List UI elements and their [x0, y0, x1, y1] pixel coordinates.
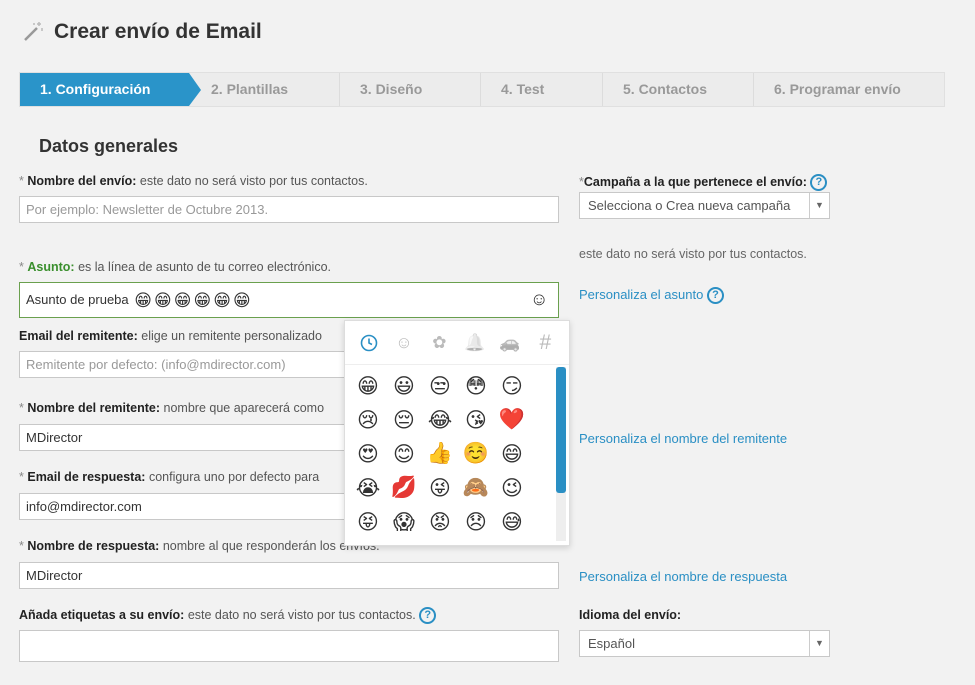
emoji-option[interactable]: 😊: [387, 437, 421, 471]
etiquetas-help-icon[interactable]: ?: [419, 607, 437, 624]
step-diseno[interactable]: 3. Diseño: [340, 73, 481, 106]
emoji-picker-tabs: ☺ ✿ 🔔 🚗 #: [345, 321, 569, 365]
emoji-option[interactable]: 😡: [423, 505, 457, 539]
bell-icon[interactable]: 🔔: [463, 331, 487, 355]
emoji-option[interactable]: 😞: [459, 505, 493, 539]
personaliza-respuesta-link[interactable]: Personaliza el nombre de respuesta: [579, 569, 787, 584]
email-remitente-label: Email del remitente: elige un remitente …: [19, 329, 322, 343]
emoji-option[interactable]: ❤️: [495, 403, 529, 437]
page-title: Crear envío de Email: [54, 20, 262, 43]
recent-clock-icon[interactable]: [357, 331, 381, 355]
emoji-option[interactable]: 🙈: [459, 471, 493, 505]
emoji-option[interactable]: 😒: [423, 369, 457, 403]
emoji-picker: ☺ ✿ 🔔 🚗 # 😁 😃 😒 😳 😏 😢 😔 😂 😘 ❤️ 😍 😊 👍 ☺️ 😄 😭 💋 😜 🙈 😉 😝 😱 😡 😞 😅: [344, 320, 570, 546]
campana-select[interactable]: Selecciona o Crea nueva campaña ▼: [579, 192, 830, 219]
campana-selected-value: Selecciona o Crea nueva campaña: [588, 198, 791, 213]
asunto-label: * Asunto: es la línea de asunto de tu co…: [19, 260, 331, 274]
emoji-option[interactable]: 😄: [495, 437, 529, 471]
asunto-help-icon[interactable]: ?: [706, 287, 724, 305]
emoji-option[interactable]: 👍: [423, 437, 457, 471]
email-remitente-input[interactable]: Remitente por defecto: (info@mdirector.c…: [19, 351, 349, 378]
hashtag-icon[interactable]: #: [533, 331, 557, 355]
nombre-respuesta-input[interactable]: MDirector: [19, 562, 559, 589]
emoji-option[interactable]: 😍: [351, 437, 385, 471]
emoji-option[interactable]: 😅: [495, 505, 529, 539]
car-icon[interactable]: 🚗: [498, 331, 522, 355]
emoji-option[interactable]: 😝: [351, 505, 385, 539]
section-title: Datos generales: [39, 136, 179, 156]
etiquetas-label: Añada etiquetas a su envío: este dato no…: [19, 607, 437, 624]
emoji-option[interactable]: 😃: [387, 369, 421, 403]
emoji-option[interactable]: 💋: [387, 471, 421, 505]
emoji-option[interactable]: 😁: [351, 369, 385, 403]
emoji-option[interactable]: 😳: [459, 369, 493, 403]
emoji-option[interactable]: 😘: [459, 403, 493, 437]
personaliza-remitente-link[interactable]: Personaliza el nombre del remitente: [579, 431, 787, 446]
email-respuesta-label: * Email de respuesta: configura uno por …: [19, 470, 320, 484]
emoji-option[interactable]: 😜: [423, 471, 457, 505]
chevron-down-icon: ▼: [809, 193, 829, 218]
emoji-option[interactable]: 😭: [351, 471, 385, 505]
emoji-option[interactable]: 😂: [423, 403, 457, 437]
emoji-option[interactable]: 😔: [387, 403, 421, 437]
step-test[interactable]: 4. Test: [481, 73, 603, 106]
chevron-down-icon: ▼: [809, 631, 829, 656]
idioma-label: Idioma del envío:: [579, 608, 682, 622]
emoji-option[interactable]: 😱: [387, 505, 421, 539]
idioma-select[interactable]: Español ▼: [579, 630, 830, 657]
emoji-grid: 😁 😃 😒 😳 😏 😢 😔 😂 😘 ❤️ 😍 😊 👍 ☺️ 😄 😭 💋 😜 🙈 😉 😝 😱 😡 😞 😅: [351, 369, 551, 539]
nombre-envio-input[interactable]: Por ejemplo: Newsletter de Octubre 2013.: [19, 196, 559, 223]
nombre-remitente-input[interactable]: MDirector: [19, 424, 349, 451]
emoji-option[interactable]: 😉: [495, 471, 529, 505]
flower-icon[interactable]: ✿: [427, 331, 451, 355]
etiquetas-input[interactable]: [19, 630, 559, 662]
step-configuracion[interactable]: 1. Configuración: [20, 73, 201, 106]
step-programar-envio[interactable]: 6. Programar envío: [754, 73, 944, 106]
nombre-remitente-label: * Nombre del remitente: nombre que apare…: [19, 401, 325, 415]
campana-note: este dato no será visto por tus contacto…: [579, 247, 807, 261]
magic-wand-icon: [22, 21, 44, 43]
nombre-respuesta-label: * Nombre de respuesta: nombre al que res…: [19, 539, 380, 553]
email-respuesta-input[interactable]: info@mdirector.com: [19, 493, 349, 520]
nombre-envio-label: * Nombre del envío: este dato no será vi…: [19, 174, 368, 188]
emoji-scrollbar-thumb[interactable]: [556, 367, 566, 493]
emoji-option[interactable]: 😢: [351, 403, 385, 437]
page-header: Crear envío de Email: [22, 20, 262, 44]
step-plantillas[interactable]: 2. Plantillas: [189, 73, 340, 106]
campana-label: *Campaña a la que pertenece el envío: ?: [579, 174, 828, 191]
emoji-option[interactable]: 😏: [495, 369, 529, 403]
asunto-input[interactable]: Asunto de prueba 😁 😁 😁 😁 😁 😁: [19, 282, 559, 318]
emoji-option[interactable]: ☺️: [459, 437, 493, 471]
emoji-picker-toggle-icon[interactable]: ☺: [530, 289, 548, 310]
step-contactos[interactable]: 5. Contactos: [603, 73, 754, 106]
smiley-icon[interactable]: ☺: [392, 331, 416, 355]
personaliza-asunto-link[interactable]: Personaliza el asunto ?: [579, 287, 724, 305]
idioma-selected-value: Español: [588, 636, 635, 651]
wizard-steps: 1. Configuración 2. Plantillas 3. Diseño…: [19, 72, 945, 107]
campana-help-icon[interactable]: ?: [810, 174, 828, 191]
